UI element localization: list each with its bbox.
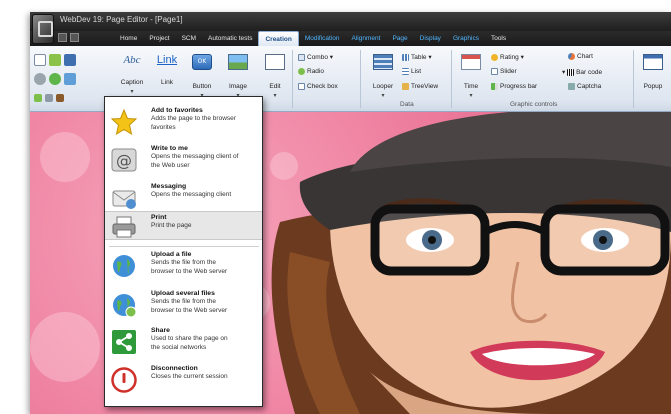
tab-tools[interactable]: Tools: [485, 31, 512, 46]
tab-automatic-tests[interactable]: Automatic tests: [202, 31, 258, 46]
web-globe-icon[interactable]: [49, 72, 61, 85]
data-group-label: Data: [400, 101, 414, 108]
open-folder-icon[interactable]: [49, 53, 61, 66]
title-bar: WebDev 19: Page Editor - [Page1]: [30, 12, 671, 31]
pie-chart-icon: [568, 53, 575, 60]
svg-text:@: @: [116, 151, 132, 170]
link-icon: Link: [156, 54, 178, 66]
treeview-button[interactable]: TreeView: [402, 83, 438, 90]
chevron-down-icon: ▾: [469, 92, 473, 99]
popup-icon: [643, 54, 663, 70]
slider-icon: [491, 68, 498, 75]
ribbon-separator: [451, 50, 452, 108]
link-options-dropdown: Add to favorites Adds the page to the br…: [104, 96, 263, 407]
table-icon: [402, 53, 409, 61]
star-icon: [111, 109, 137, 135]
chevron-down-icon: ▾: [130, 88, 134, 95]
checkbox-button[interactable]: Check box: [298, 83, 338, 90]
chevron-down-icon: ▾: [381, 92, 385, 99]
app-logo-icon[interactable]: [32, 14, 54, 44]
tab-graphics[interactable]: Graphics: [447, 31, 485, 46]
checkbox-icon: [298, 83, 305, 90]
button-control-button[interactable]: OK Button ▾: [187, 50, 217, 100]
menu-item-messaging[interactable]: Messaging Opens the messaging client: [105, 183, 262, 211]
graphic-controls-group-label: Graphic controls: [510, 101, 558, 108]
radio-button[interactable]: Radio: [298, 68, 324, 75]
arrow-tool-icon[interactable]: [34, 93, 42, 102]
ribbon-separator: [292, 50, 293, 108]
caption-icon: Abc: [123, 54, 141, 66]
share-icon: [112, 330, 136, 354]
list-button[interactable]: List: [402, 68, 421, 75]
radio-icon: [298, 68, 305, 75]
tab-project[interactable]: Project: [143, 31, 175, 46]
globe-upload-multi-icon: [113, 294, 137, 318]
menu-item-add-to-favorites[interactable]: Add to favorites Adds the page to the br…: [105, 107, 262, 135]
mail-icon: [112, 190, 136, 209]
rating-icon: [491, 53, 498, 61]
edit-button[interactable]: Edit ▾: [260, 50, 290, 100]
combo-icon: [298, 53, 305, 61]
combo-button[interactable]: Combo ▾: [298, 53, 333, 61]
at-sign-icon: @: [111, 148, 137, 172]
list-icon: [402, 68, 409, 75]
rating-button[interactable]: Rating ▾: [491, 53, 524, 61]
window-title: WebDev 19: Page Editor - [Page1]: [60, 15, 183, 24]
tab-display[interactable]: Display: [414, 31, 447, 46]
link-button[interactable]: Link Link: [152, 50, 182, 100]
barcode-button[interactable]: ▾ Bar code: [562, 68, 602, 76]
quick-grid-icon[interactable]: [70, 33, 79, 42]
calendar-icon: [461, 54, 481, 70]
menu-item-write-to-me[interactable]: @ Write to me Opens the messaging client…: [105, 145, 262, 173]
looper-icon: [373, 54, 393, 70]
globe-upload-icon: [113, 255, 135, 277]
tab-scm[interactable]: SCM: [176, 31, 202, 46]
chevron-down-icon: ▾: [273, 92, 277, 99]
menu-item-print[interactable]: Print Print the page: [105, 211, 262, 240]
treeview-icon: [402, 83, 409, 90]
menu-item-upload-several-files[interactable]: Upload several files Sends the file from…: [105, 290, 262, 318]
grid-view-icon[interactable]: [64, 72, 76, 85]
slider-button[interactable]: Slider: [491, 68, 517, 75]
menu-item-disconnection[interactable]: Disconnection Closes the current session: [105, 365, 262, 393]
settings-icon[interactable]: [34, 72, 46, 85]
printer-icon: [112, 216, 136, 238]
quick-save-icon[interactable]: [58, 33, 67, 42]
tab-modification[interactable]: Modification: [299, 31, 346, 46]
table-button[interactable]: Table ▾: [402, 53, 432, 61]
power-icon: [111, 367, 137, 393]
ribbon-separator: [360, 50, 361, 108]
barcode-icon: [567, 68, 575, 76]
button-control-icon: OK: [192, 54, 212, 70]
progress-bar-button[interactable]: Progress bar: [491, 83, 537, 90]
save-icon[interactable]: [64, 53, 76, 66]
image-button[interactable]: Image ▾: [223, 50, 253, 100]
edit-field-icon: [265, 54, 285, 70]
undo-icon[interactable]: [45, 93, 53, 102]
captcha-icon: [568, 83, 575, 90]
menu-item-share[interactable]: Share Used to share the page on the soci…: [105, 327, 262, 355]
tab-home[interactable]: Home: [114, 31, 143, 46]
progress-bar-icon: [491, 83, 498, 90]
menu-tabs-bar: Home Project SCM Automatic tests Creatio…: [30, 31, 671, 46]
menu-divider: [109, 246, 259, 247]
captcha-button[interactable]: Captcha: [568, 83, 601, 90]
menu-item-upload-a-file[interactable]: Upload a file Sends the file from the br…: [105, 251, 262, 279]
caption-button[interactable]: Abc Caption ▾: [117, 50, 147, 100]
tab-alignment[interactable]: Alignment: [346, 31, 387, 46]
looper-button[interactable]: Looper ▾: [368, 50, 398, 100]
ribbon-separator: [633, 50, 634, 108]
popup-button[interactable]: Popup: [638, 50, 668, 100]
ribbon-left-tools: [34, 50, 104, 107]
tab-creation[interactable]: Creation: [258, 31, 299, 46]
tab-page[interactable]: Page: [386, 31, 413, 46]
new-page-icon[interactable]: [34, 53, 46, 66]
time-button[interactable]: Time ▾: [456, 50, 486, 100]
quick-access-toolbar: [58, 33, 79, 42]
image-icon: [228, 54, 248, 70]
edit-tool-icon[interactable]: [56, 93, 64, 102]
chart-button[interactable]: Chart: [568, 53, 593, 60]
